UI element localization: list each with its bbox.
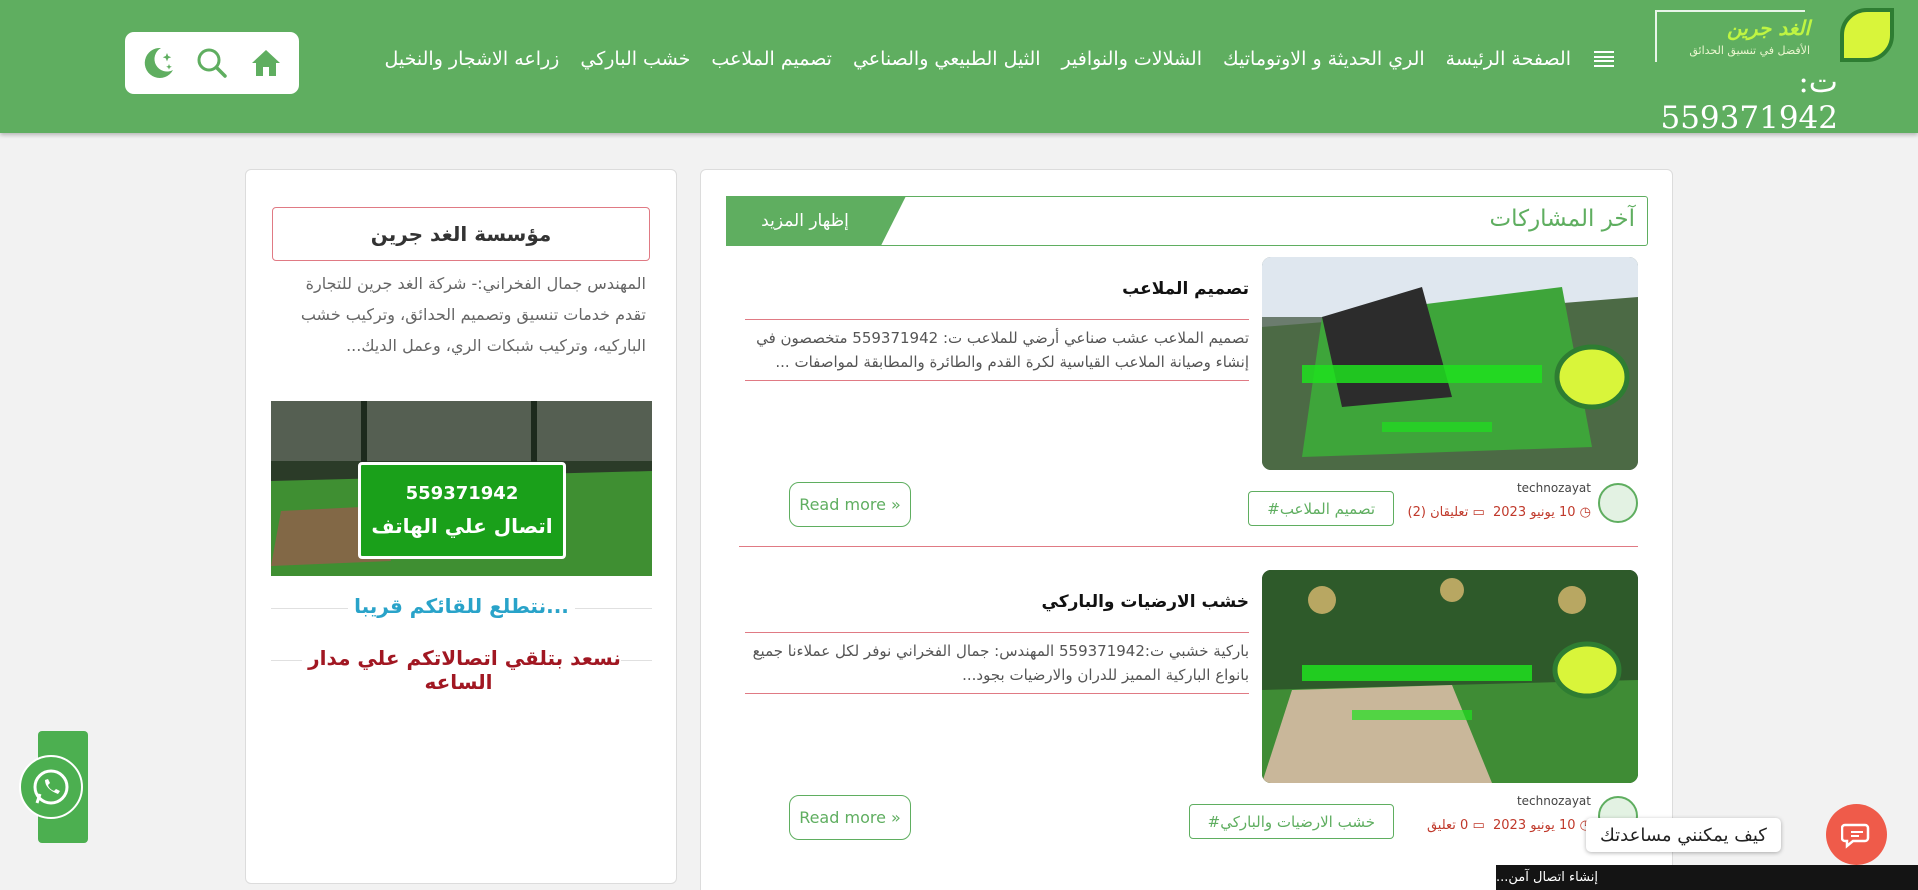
site-header: الغد جرين الأفضل في تنسيق الحدائق ت: 559…	[0, 0, 1918, 136]
whatsapp-icon	[33, 769, 69, 805]
post-date: 10 يونيو 2023	[1493, 818, 1576, 833]
home-button[interactable]	[246, 43, 286, 83]
comment-icon: ▭	[1472, 505, 1489, 520]
nav-item-parquet[interactable]: خشب الباركي	[580, 48, 690, 70]
post-divider	[739, 546, 1638, 547]
sidebar-panel: مؤسسة الغد جرين المهندس جمال الفخراني:- …	[245, 169, 677, 884]
post-title[interactable]: تصميم الملاعب	[1122, 279, 1249, 299]
garden-image	[1262, 570, 1638, 783]
call-phone-label: اتصال علي الهاتف	[371, 514, 553, 538]
post-tag[interactable]: #تصميم الملاعب	[1248, 491, 1394, 526]
read-more-button[interactable]: Read more »	[789, 795, 911, 840]
moon-icon	[144, 47, 173, 78]
nav-item-playgrounds[interactable]: تصميم الملاعب	[711, 48, 832, 70]
nav-item-fountains[interactable]: الشلالات والنوافير	[1062, 48, 1203, 70]
logo-tagline: الأفضل في تنسيق الحدائق	[1689, 44, 1810, 57]
call-phone-number: 559371942	[405, 483, 519, 504]
caption-text: نسعد بتلقي اتصالاتكم علي مدار الساعه	[302, 646, 621, 694]
clock-icon: ◷	[1579, 505, 1591, 520]
avatar[interactable]	[1598, 483, 1638, 523]
call-phone-button[interactable]: 559371942 اتصال علي الهاتف	[358, 462, 566, 559]
post-thumbnail[interactable]	[1262, 257, 1638, 470]
home-icon	[252, 50, 280, 76]
post-title[interactable]: خشب الارضيات والباركي	[1042, 592, 1249, 612]
logo-phone: ت: 559371942	[1660, 64, 1838, 136]
logo-name: الغد جرين	[1727, 16, 1810, 40]
sidebar-caption: نتطلع للقائكم قريبا...	[271, 594, 652, 618]
nav-item-home[interactable]: الصفحة الرئيسة	[1446, 48, 1571, 70]
site-logo[interactable]: الغد جرين الأفضل في تنسيق الحدائق ت: 559…	[1655, 6, 1900, 136]
header-tools	[125, 32, 299, 94]
chat-prompt-bubble[interactable]: كيف يمكنني مساعدتك	[1586, 818, 1781, 852]
leaf-logo-icon	[1840, 8, 1894, 62]
post-comments[interactable]: تعليقان (2)	[1408, 505, 1469, 520]
chat-icon	[1840, 823, 1869, 849]
section-header: آخر المشاركات إظهار المزيد	[726, 196, 1648, 246]
post-item: تصميم الملاعب تصميم الملاعب عشب صناعي أر…	[701, 257, 1674, 547]
dark-mode-toggle[interactable]	[138, 43, 178, 83]
sidebar-caption-hours: نسعد بتلقي اتصالاتكم علي مدار الساعه	[271, 646, 652, 694]
turf-image	[1262, 257, 1638, 470]
comment-icon: ▭	[1472, 818, 1489, 833]
call-banner: 559371942 اتصال علي الهاتف	[271, 401, 652, 576]
show-more-button[interactable]: إظهار المزيد	[726, 196, 906, 246]
post-date: 10 يونيو 2023	[1493, 505, 1576, 520]
post-meta: ◷ 10 يونيو 2023 ▭ تعليقان (2)	[1408, 505, 1591, 520]
chat-button[interactable]	[1826, 804, 1887, 865]
caption-text: نتطلع للقائكم قريبا...	[348, 594, 575, 618]
post-item: خشب الارضيات والباركي باركية خشبي ت:5593…	[701, 570, 1674, 860]
whatsapp-button[interactable]	[19, 755, 83, 819]
search-icon	[197, 48, 227, 78]
sidebar-description: المهندس جمال الفخراني:- شركة الغد جرين ل…	[300, 274, 646, 355]
post-excerpt: تصميم الملاعب عشب صناعي أرضي للملاعب ت: …	[745, 319, 1249, 381]
nav-item-grass[interactable]: الثيل الطبيعي والصناعي	[853, 48, 1041, 70]
latest-posts-panel: آخر المشاركات إظهار المزيد تصميم الملاعب…	[700, 169, 1673, 890]
browser-status-bar: إنشاء اتصال آمن...	[1496, 865, 1918, 890]
post-tag[interactable]: #خشب الارضيات والباركي	[1188, 804, 1394, 839]
post-comments[interactable]: 0 تعليق	[1427, 818, 1468, 833]
main-nav: الصفحة الرئيسة الري الحديثة و الاوتوماتي…	[385, 48, 1614, 70]
post-meta: ◷ 10 يونيو 2023 ▭ 0 تعليق	[1427, 818, 1591, 833]
post-author[interactable]: technozayat	[1517, 794, 1591, 808]
post-author[interactable]: technozayat	[1517, 481, 1591, 495]
read-more-button[interactable]: Read more »	[789, 482, 911, 527]
section-title: آخر المشاركات	[1489, 206, 1635, 232]
post-excerpt: باركية خشبي ت:559371942 المهندس: جمال ال…	[745, 632, 1249, 694]
search-button[interactable]	[192, 43, 232, 83]
nav-item-irrigation[interactable]: الري الحديثة و الاوتوماتيك	[1223, 48, 1425, 70]
nav-item-trees[interactable]: زراعه الاشجار والنخيل	[385, 48, 560, 70]
sidebar-title: مؤسسة الغد جرين	[272, 207, 650, 261]
post-thumbnail[interactable]	[1262, 570, 1638, 783]
hamburger-menu-icon[interactable]	[1594, 51, 1614, 67]
